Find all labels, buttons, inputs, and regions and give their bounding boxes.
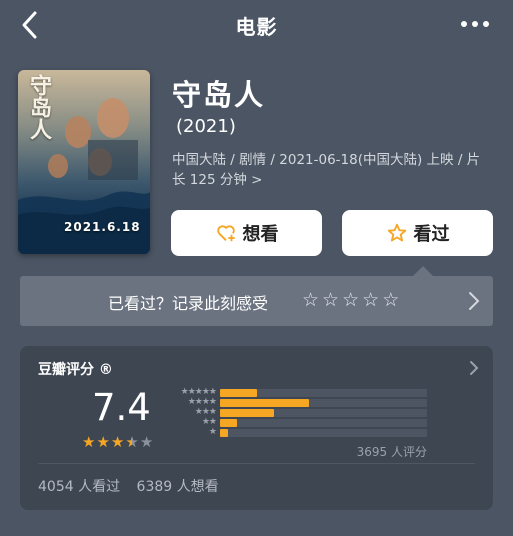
- record-feeling-text: 已看过？记录此刻感受: [108, 294, 269, 313]
- distribution-bar: [220, 429, 229, 437]
- score-star-icon: ★: [82, 433, 96, 451]
- movie-meta[interactable]: 中国大陆 / 剧情 / 2021-06-18(中国大陆) 上映 / 片长 125…: [172, 150, 492, 190]
- rating-footer: 4054 人看过 6389 人想看: [38, 476, 219, 496]
- heart-plus-icon: [216, 225, 235, 242]
- distribution-bar: [220, 409, 274, 417]
- score-star-icon: ★: [96, 433, 110, 451]
- watched-count[interactable]: 4054 人看过: [38, 479, 120, 495]
- want-label: 想看: [242, 224, 279, 245]
- want-to-watch-button[interactable]: 想看: [171, 210, 322, 256]
- seen-button[interactable]: 看过: [342, 210, 493, 256]
- chevron-right-icon[interactable]: [469, 360, 479, 376]
- distribution-stars-label: ★★★★★: [180, 387, 217, 397]
- want-count[interactable]: 6389 人想看: [137, 479, 219, 495]
- rating-title: 豆瓣评分 ®: [38, 362, 113, 378]
- douban-rating-card[interactable]: 豆瓣评分 ® 7.4 ★ ★ ★ ★ ★ ★★★★★ ★★★★ ★★★ ★★ ★ 3695 人评…: [20, 346, 493, 510]
- distribution-stars-label: ★★★★: [187, 397, 217, 407]
- rate-star-5-icon[interactable]: ☆: [382, 290, 399, 310]
- rate-star-3-icon[interactable]: ☆: [342, 290, 359, 310]
- rating-count: 3695 人评分: [356, 445, 427, 459]
- poster-title-text: 守岛人: [26, 74, 52, 140]
- seen-label: 看过: [413, 224, 450, 245]
- score-star-icon: ★: [125, 433, 139, 451]
- record-feeling-bar[interactable]: 已看过？记录此刻感受 ☆ ☆ ☆ ☆ ☆: [20, 276, 493, 326]
- movie-title: 守岛人: [172, 78, 266, 112]
- rate-star-1-icon[interactable]: ☆: [302, 290, 319, 310]
- rate-stars[interactable]: ☆ ☆ ☆ ☆ ☆: [302, 290, 399, 310]
- distribution-stars-label: ★★: [201, 417, 217, 427]
- score-star-icon: ★: [139, 433, 154, 451]
- score-stars: ★ ★ ★ ★ ★: [82, 434, 153, 450]
- chevron-right-icon[interactable]: [467, 291, 481, 311]
- distribution-track: [220, 409, 427, 417]
- distribution-bar: [220, 419, 237, 427]
- distribution-stars-label: ★: [208, 427, 217, 437]
- top-bar: 电影: [0, 0, 513, 50]
- more-dots-icon[interactable]: [459, 14, 491, 34]
- page-title: 电影: [235, 15, 278, 39]
- rating-score: 7.4: [92, 386, 151, 429]
- poster-date-text: 2021.6.18: [64, 220, 141, 234]
- movie-poster[interactable]: 守岛人 2021.6.18: [18, 70, 150, 254]
- rate-star-4-icon[interactable]: ☆: [362, 290, 379, 310]
- distribution-bar: [220, 399, 309, 407]
- movie-year: (2021): [176, 116, 236, 137]
- distribution-track: [220, 429, 427, 437]
- distribution-track: [220, 389, 427, 397]
- distribution-bar: [220, 389, 258, 397]
- distribution-track: [220, 399, 427, 407]
- score-star-icon: ★: [110, 433, 125, 451]
- star-icon: [387, 223, 406, 242]
- rate-star-2-icon[interactable]: ☆: [322, 290, 339, 310]
- distribution-track: [220, 419, 427, 427]
- divider: [38, 463, 475, 464]
- distribution-stars-label: ★★★: [194, 407, 217, 417]
